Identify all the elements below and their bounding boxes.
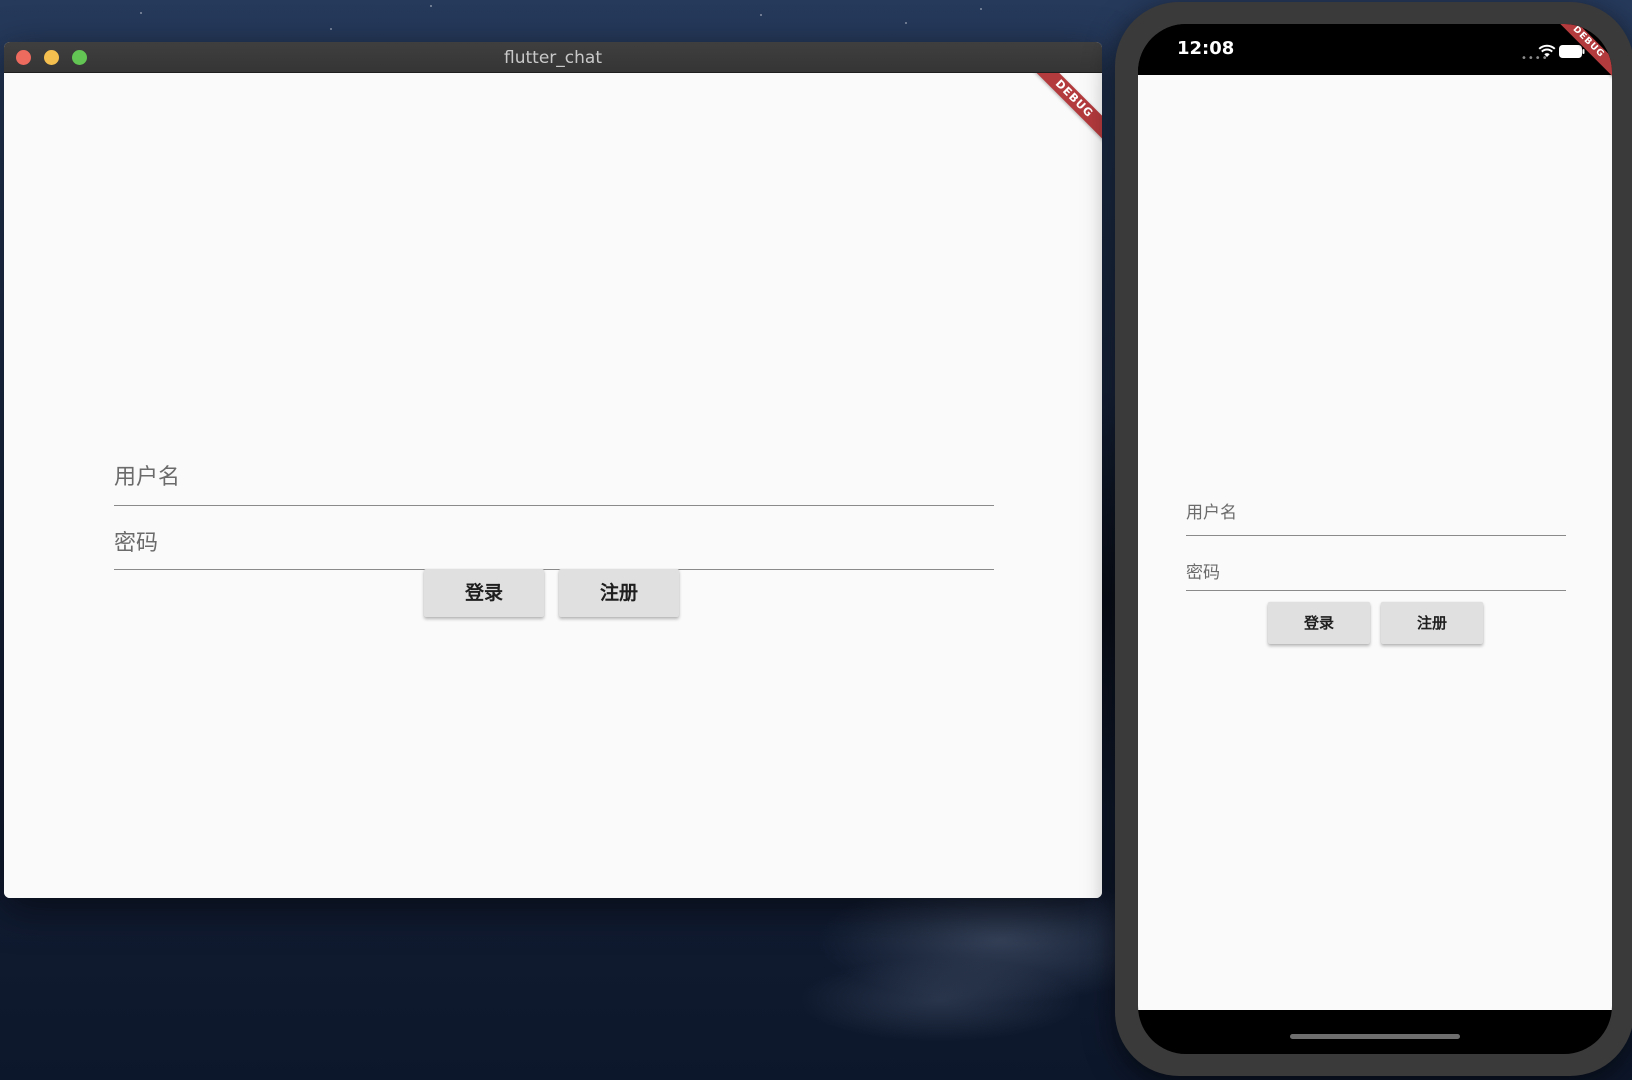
password-label: 密码 <box>1186 563 1220 583</box>
phone-screen: 12:08 •••• 用户名 密码 登录 注册 DEBUG <box>1138 24 1612 1054</box>
username-label: 用户名 <box>114 465 181 490</box>
desktop-app-window: flutter_chat DEBUG 用户名 密码 登录 注册 <box>4 42 1102 898</box>
login-button[interactable]: 登录 <box>1268 602 1370 644</box>
password-field[interactable]: 密码 <box>114 509 994 570</box>
window-titlebar[interactable]: flutter_chat <box>4 42 1102 73</box>
notch <box>1256 24 1496 59</box>
password-field[interactable]: 密码 <box>1186 538 1566 591</box>
username-label: 用户名 <box>1186 503 1237 523</box>
status-bar: 12:08 •••• <box>1138 24 1612 75</box>
window-title: flutter_chat <box>504 48 602 68</box>
debug-banner-label: DEBUG <box>1552 24 1612 83</box>
username-field[interactable]: 用户名 <box>1186 478 1566 536</box>
iphone-simulator: 12:08 •••• 用户名 密码 登录 注册 DEBUG <box>1115 2 1632 1076</box>
username-field[interactable]: 用户名 <box>114 443 994 506</box>
debug-banner: DEBUG <box>1022 73 1102 153</box>
home-indicator[interactable] <box>1290 1034 1460 1039</box>
register-button[interactable]: 注册 <box>559 569 679 617</box>
register-button[interactable]: 注册 <box>1381 602 1483 644</box>
login-button[interactable]: 登录 <box>424 569 544 617</box>
password-label: 密码 <box>114 531 159 556</box>
phone-app-content: 用户名 密码 登录 注册 <box>1138 75 1612 1010</box>
app-content: DEBUG 用户名 密码 登录 注册 <box>4 73 1102 898</box>
debug-banner: DEBUG <box>1552 24 1612 84</box>
debug-banner-label: DEBUG <box>1025 73 1102 148</box>
status-time: 12:08 <box>1177 38 1235 59</box>
